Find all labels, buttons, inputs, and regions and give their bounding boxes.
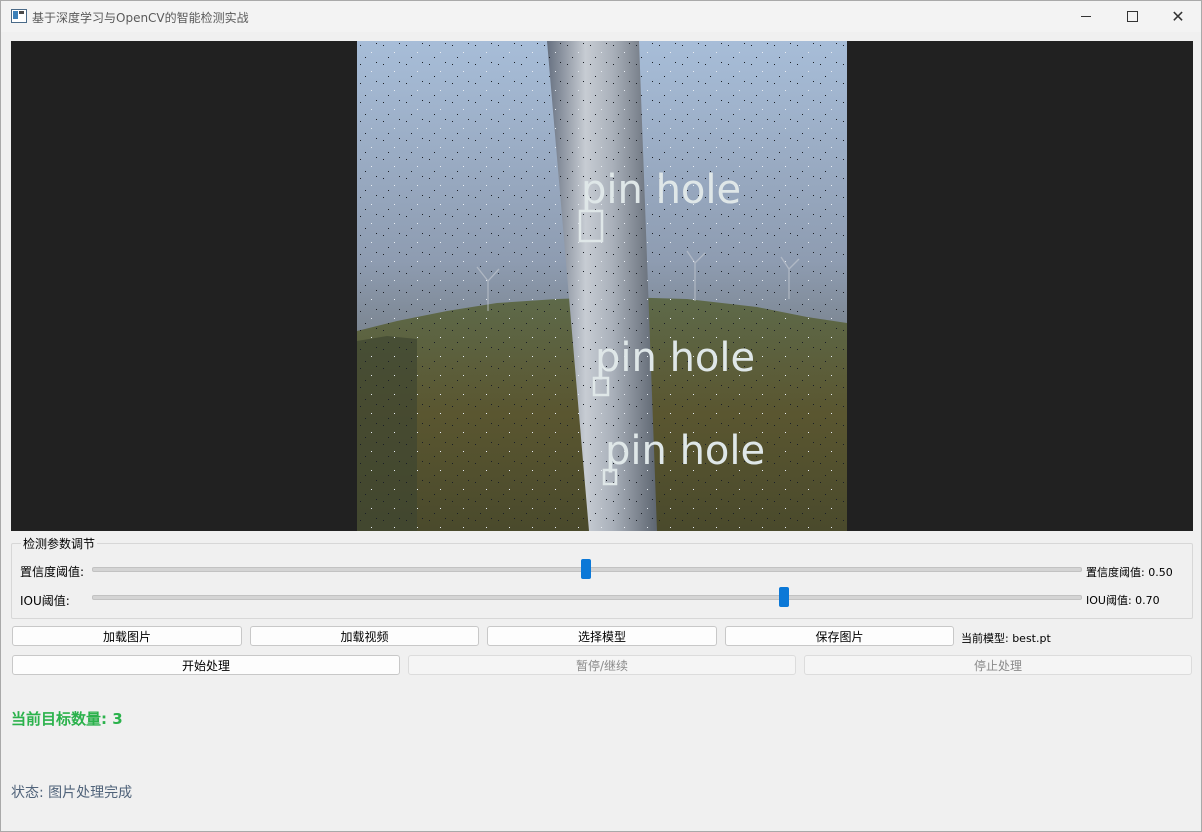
window-title: 基于深度学习与OpenCV的智能检测实战 — [32, 11, 249, 25]
close-button[interactable]: ✕ — [1155, 1, 1201, 32]
image-viewer: pin hole pin hole pin hole — [11, 41, 1193, 531]
params-group-title: 检测参数调节 — [21, 535, 98, 552]
iou-slider-track[interactable] — [92, 595, 1082, 600]
select-model-button[interactable]: 选择模型 — [487, 626, 717, 646]
current-model-label: 当前模型: best.pt — [961, 632, 1051, 645]
maximize-icon — [1126, 11, 1138, 22]
detection-label: pin hole — [595, 335, 755, 381]
detection-image: pin hole pin hole pin hole — [357, 41, 847, 531]
iou-slider-handle[interactable] — [778, 587, 789, 607]
app-window: 基于深度学习与OpenCV的智能检测实战 ✕ pin hole pin hole… — [0, 0, 1202, 832]
status-label: 状态: 图片处理完成 — [11, 785, 133, 801]
start-processing-button[interactable]: 开始处理 — [12, 655, 400, 675]
pause-resume-button[interactable]: 暂停/继续 — [408, 655, 796, 675]
minimize-icon — [1081, 16, 1091, 17]
close-icon: ✕ — [1171, 6, 1185, 26]
maximize-button[interactable] — [1109, 1, 1155, 32]
detection-label: pin hole — [605, 428, 765, 474]
params-groupbox — [11, 543, 1193, 619]
iou-label: IOU阈值: — [20, 594, 70, 608]
confidence-value: 置信度阈值: 0.50 — [1086, 566, 1173, 579]
detection-label: pin hole — [581, 167, 741, 213]
save-image-button[interactable]: 保存图片 — [725, 626, 954, 646]
iou-value: IOU阈值: 0.70 — [1086, 594, 1160, 607]
app-icon — [11, 9, 27, 23]
confidence-label: 置信度阈值: — [20, 565, 85, 579]
load-image-button[interactable]: 加载图片 — [12, 626, 242, 646]
confidence-slider-handle[interactable] — [581, 559, 591, 579]
target-count-label: 当前目标数量: 3 — [11, 710, 123, 728]
title-bar[interactable]: 基于深度学习与OpenCV的智能检测实战 ✕ — [1, 1, 1201, 32]
stop-processing-button[interactable]: 停止处理 — [804, 655, 1192, 675]
load-video-button[interactable]: 加载视频 — [250, 626, 479, 646]
minimize-button[interactable] — [1063, 1, 1109, 32]
